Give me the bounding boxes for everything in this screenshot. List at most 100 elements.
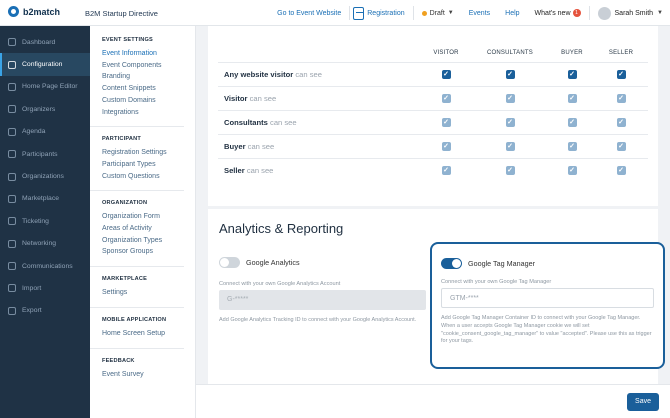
nav-link-integrations[interactable]: Integrations bbox=[102, 107, 195, 119]
checkbox-cell: ✓ bbox=[598, 94, 644, 104]
visibility-checkbox: ✓ bbox=[567, 166, 577, 176]
registration-link[interactable]: Registration bbox=[353, 6, 405, 20]
nav-divider bbox=[90, 347, 184, 349]
visibility-checkbox: ✓ bbox=[505, 166, 515, 176]
main-content: VISITOR CONSULTANTS BUYER SELLER Any website… bbox=[196, 26, 670, 418]
gtm-field-label: Connect with your own Google Tag Manager bbox=[441, 279, 552, 285]
table-header: VISITOR CONSULTANTS BUYER SELLER bbox=[218, 44, 648, 62]
nav-link-branding[interactable]: Branding bbox=[102, 71, 195, 83]
google-tag-manager-toggle[interactable] bbox=[441, 258, 462, 269]
ga-help-text: Add Google Analytics Tracking ID to conn… bbox=[219, 317, 417, 323]
save-button[interactable]: Save bbox=[627, 393, 659, 411]
visibility-checkbox: ✓ bbox=[567, 118, 577, 128]
sidebar-item-networking[interactable]: Networking bbox=[0, 233, 90, 255]
nav-link-registration-settings[interactable]: Registration Settings bbox=[102, 147, 195, 159]
nav-link-areas-of-activity[interactable]: Areas of Activity bbox=[102, 223, 195, 235]
checkbox-cell: ✓ bbox=[598, 118, 644, 128]
nav-link-organization-types[interactable]: Organization Types bbox=[102, 235, 195, 247]
nav-link-event-survey[interactable]: Event Survey bbox=[102, 369, 195, 381]
sidebar-item-ticketing[interactable]: Ticketing bbox=[0, 210, 90, 232]
divider bbox=[349, 6, 351, 20]
row-suffix: can see bbox=[246, 166, 274, 175]
visibility-checkbox[interactable]: ✓ bbox=[441, 70, 451, 80]
nav-link-home-screen-setup[interactable]: Home Screen Setup bbox=[102, 328, 195, 340]
status-label: Draft bbox=[429, 9, 445, 17]
sidebar-item-home-page-editor[interactable]: Home Page Editor bbox=[0, 76, 90, 98]
nav-link-participant-types[interactable]: Participant Types bbox=[102, 159, 195, 171]
gtm-container-id-input[interactable]: GTM-**** bbox=[441, 288, 654, 308]
sidebar-item-agenda[interactable]: Agenda bbox=[0, 121, 90, 143]
help-link[interactable]: Help bbox=[505, 10, 519, 17]
sidebar-item-organizers[interactable]: Organizers bbox=[0, 98, 90, 120]
visibility-table: VISITOR CONSULTANTS BUYER SELLER Any website… bbox=[218, 44, 648, 182]
nav-link-custom-domains[interactable]: Custom Domains bbox=[102, 95, 195, 107]
row-label-cell: Visitor can see bbox=[218, 94, 418, 103]
visibility-checkbox[interactable]: ✓ bbox=[505, 70, 515, 80]
nav-link-custom-questions[interactable]: Custom Questions bbox=[102, 171, 195, 183]
table-row: Seller can see ✓ ✓ ✓ ✓ bbox=[218, 158, 648, 182]
column-header: VISITOR bbox=[433, 50, 459, 56]
status-dropdown[interactable]: Draft ▼ bbox=[421, 9, 454, 17]
divider bbox=[588, 6, 590, 20]
user-menu[interactable]: Sarah Smith ▼ bbox=[597, 6, 663, 20]
registration-icon bbox=[353, 6, 365, 20]
visibility-checkbox: ✓ bbox=[567, 142, 577, 152]
visibility-checkbox[interactable]: ✓ bbox=[567, 70, 577, 80]
google-analytics-label: Google Analytics bbox=[246, 258, 300, 267]
checkbox-cell: ✓ bbox=[546, 142, 598, 152]
events-link[interactable]: Events bbox=[469, 10, 490, 17]
sidebar-item-marketplace[interactable]: Marketplace bbox=[0, 188, 90, 210]
whats-new-button[interactable]: What's new 1 bbox=[535, 9, 581, 17]
checkbox-cell: ✓ bbox=[418, 142, 474, 152]
sidebar-item-label: Communications bbox=[22, 262, 73, 270]
whats-new-label: What's new bbox=[534, 9, 571, 17]
nav-link-event-components[interactable]: Event Components bbox=[102, 60, 195, 72]
google-tag-manager-section: Google Tag Manager Connect with your own… bbox=[430, 242, 665, 369]
nav-section-heading: MOBILE APPLICATION bbox=[102, 316, 167, 323]
sidebar-item-organizations[interactable]: Organizations bbox=[0, 165, 90, 187]
sidebar-item-export[interactable]: Export bbox=[0, 300, 90, 322]
row-suffix: can see bbox=[249, 94, 277, 103]
nav-link-event-information[interactable]: Event Information bbox=[102, 48, 195, 60]
store-icon bbox=[8, 194, 16, 203]
logo[interactable]: b2match bbox=[8, 6, 60, 17]
sidebar-item-label: Organizers bbox=[22, 105, 56, 113]
sidebar-item-communications[interactable]: Communications bbox=[0, 255, 90, 277]
gtm-help-text: Add Google Tag Manager Container ID to c… bbox=[441, 315, 652, 345]
google-analytics-toggle[interactable] bbox=[219, 257, 240, 268]
sidebar-item-participants[interactable]: Participants bbox=[0, 143, 90, 165]
building-icon bbox=[8, 172, 16, 181]
visibility-checkbox: ✓ bbox=[616, 166, 626, 176]
visibility-card: VISITOR CONSULTANTS BUYER SELLER Any website… bbox=[208, 26, 658, 206]
column-header: SELLER bbox=[608, 50, 634, 56]
visibility-checkbox: ✓ bbox=[616, 94, 626, 104]
visibility-checkbox[interactable]: ✓ bbox=[616, 70, 626, 80]
nav-link-content-snippets[interactable]: Content Snippets bbox=[102, 83, 195, 95]
sidebar-item-configuration[interactable]: Configuration bbox=[0, 53, 90, 76]
status-dot-icon bbox=[421, 10, 427, 16]
nav-link-settings[interactable]: Settings bbox=[102, 287, 195, 299]
checkbox-cell: ✓ bbox=[418, 166, 474, 176]
participants-icon bbox=[8, 150, 16, 159]
checkbox-cell: ✓ bbox=[474, 142, 546, 152]
checkbox-cell: ✓ bbox=[598, 70, 644, 80]
row-label: Seller bbox=[224, 166, 245, 175]
nav-link-organization-form[interactable]: Organization Form bbox=[102, 211, 195, 223]
ga-tracking-id-input[interactable]: G-***** bbox=[219, 290, 426, 310]
sidebar-item-import[interactable]: Import bbox=[0, 277, 90, 299]
google-tag-manager-label: Google Tag Manager bbox=[468, 259, 535, 268]
footer-bar: Save bbox=[196, 384, 670, 418]
sidebar-item-dashboard[interactable]: Dashboard bbox=[0, 31, 90, 53]
gear-icon bbox=[8, 60, 16, 69]
nav-link-sponsor-groups[interactable]: Sponsor Groups bbox=[102, 246, 195, 258]
visibility-checkbox: ✓ bbox=[441, 142, 451, 152]
nav-divider bbox=[90, 306, 184, 308]
column-header: CONSULTANTS bbox=[487, 50, 533, 56]
row-label-cell: Consultants can see bbox=[218, 118, 418, 127]
event-name: B2M Startup Directive bbox=[85, 9, 158, 18]
row-label-cell: Any website visitor can see bbox=[218, 70, 418, 79]
go-to-event-link[interactable]: Go to Event Website bbox=[277, 10, 341, 17]
checkbox-cell: ✓ bbox=[598, 142, 644, 152]
